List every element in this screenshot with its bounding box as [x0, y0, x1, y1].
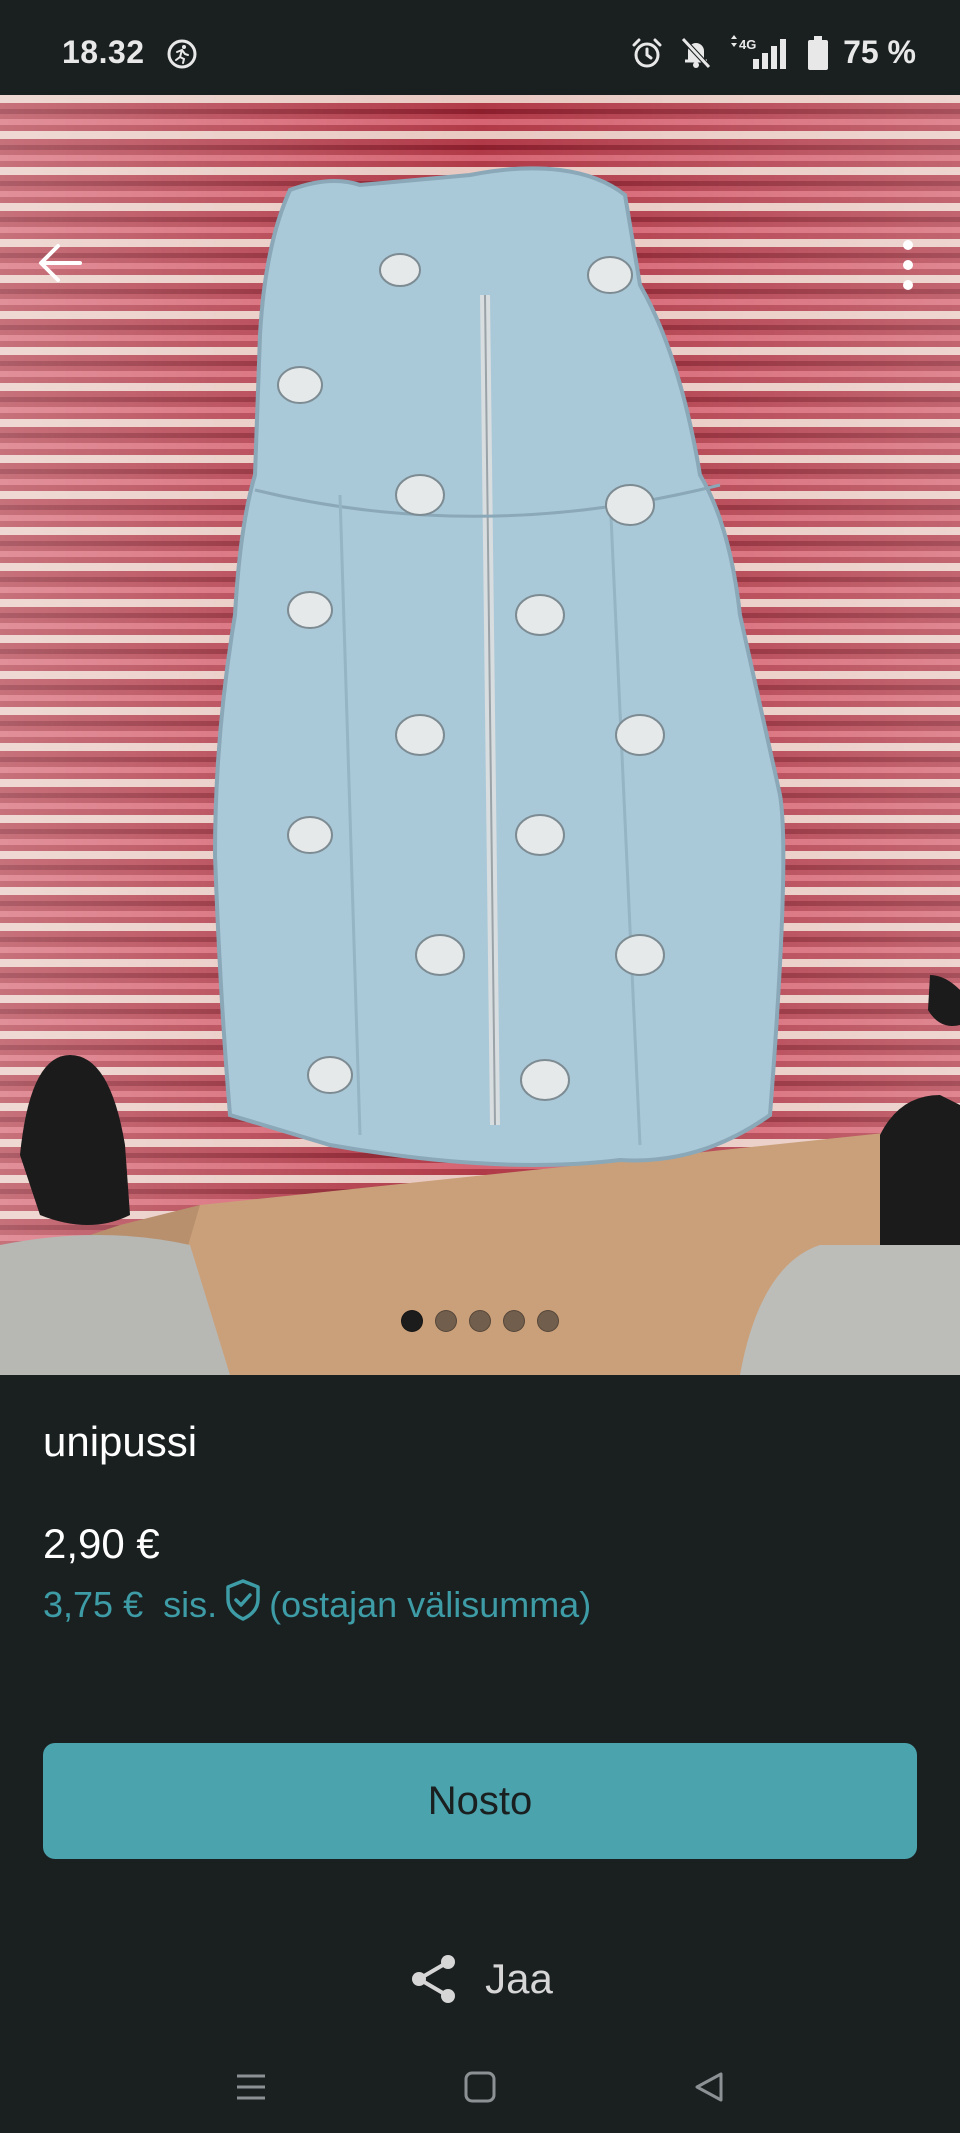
buyer-price-suffix: (ostajan välisumma) — [269, 1583, 592, 1625]
arrow-back-icon — [39, 244, 82, 282]
home-icon[interactable] — [463, 2070, 497, 2104]
notifications-off-icon — [681, 36, 711, 69]
battery-icon — [808, 35, 829, 70]
buyer-price-amount: 3,75 € — [43, 1583, 144, 1625]
pagination-dot[interactable] — [503, 1310, 525, 1332]
status-time: 18.32 — [62, 34, 145, 70]
alarm-icon — [632, 38, 662, 67]
buyer-price-info[interactable]: 3,75 € sis. (ostajan välisumma) — [43, 1578, 591, 1631]
buyer-protection-shield-icon — [223, 1578, 263, 1631]
system-nav-bar — [0, 2040, 960, 2133]
back-button[interactable] — [32, 235, 88, 291]
image-pagination[interactable] — [0, 1310, 960, 1332]
back-nav-icon[interactable] — [692, 2070, 726, 2104]
share-label: Jaa — [485, 1955, 553, 2002]
more-options-button[interactable] — [880, 235, 936, 295]
more-vertical-icon — [903, 240, 913, 290]
buyer-price-prefix: sis. — [163, 1583, 218, 1625]
recent-apps-icon[interactable] — [234, 2070, 268, 2104]
share-button[interactable]: Jaa — [0, 1952, 960, 2006]
battery-percentage: 75 % — [843, 34, 916, 70]
pagination-dot[interactable] — [435, 1310, 457, 1332]
network-type-label: 4G — [739, 37, 756, 52]
network-signal-icon: 4G — [731, 34, 787, 69]
share-icon — [412, 1955, 456, 2003]
pagination-dot[interactable] — [537, 1310, 559, 1332]
pagination-dot-active[interactable] — [401, 1310, 423, 1332]
listing-title: unipussi — [43, 1418, 198, 1465]
listing-price: 2,90 € — [43, 1520, 160, 1567]
status-icons: 4G 75 % — [629, 34, 916, 71]
product-image[interactable] — [0, 95, 960, 1375]
status-bar: 18.32 4G 75 % — [0, 0, 960, 95]
pagination-dot[interactable] — [469, 1310, 491, 1332]
running-icon — [166, 38, 198, 75]
product-photo — [0, 95, 960, 1375]
pickup-button[interactable]: Nosto — [43, 1743, 917, 1859]
